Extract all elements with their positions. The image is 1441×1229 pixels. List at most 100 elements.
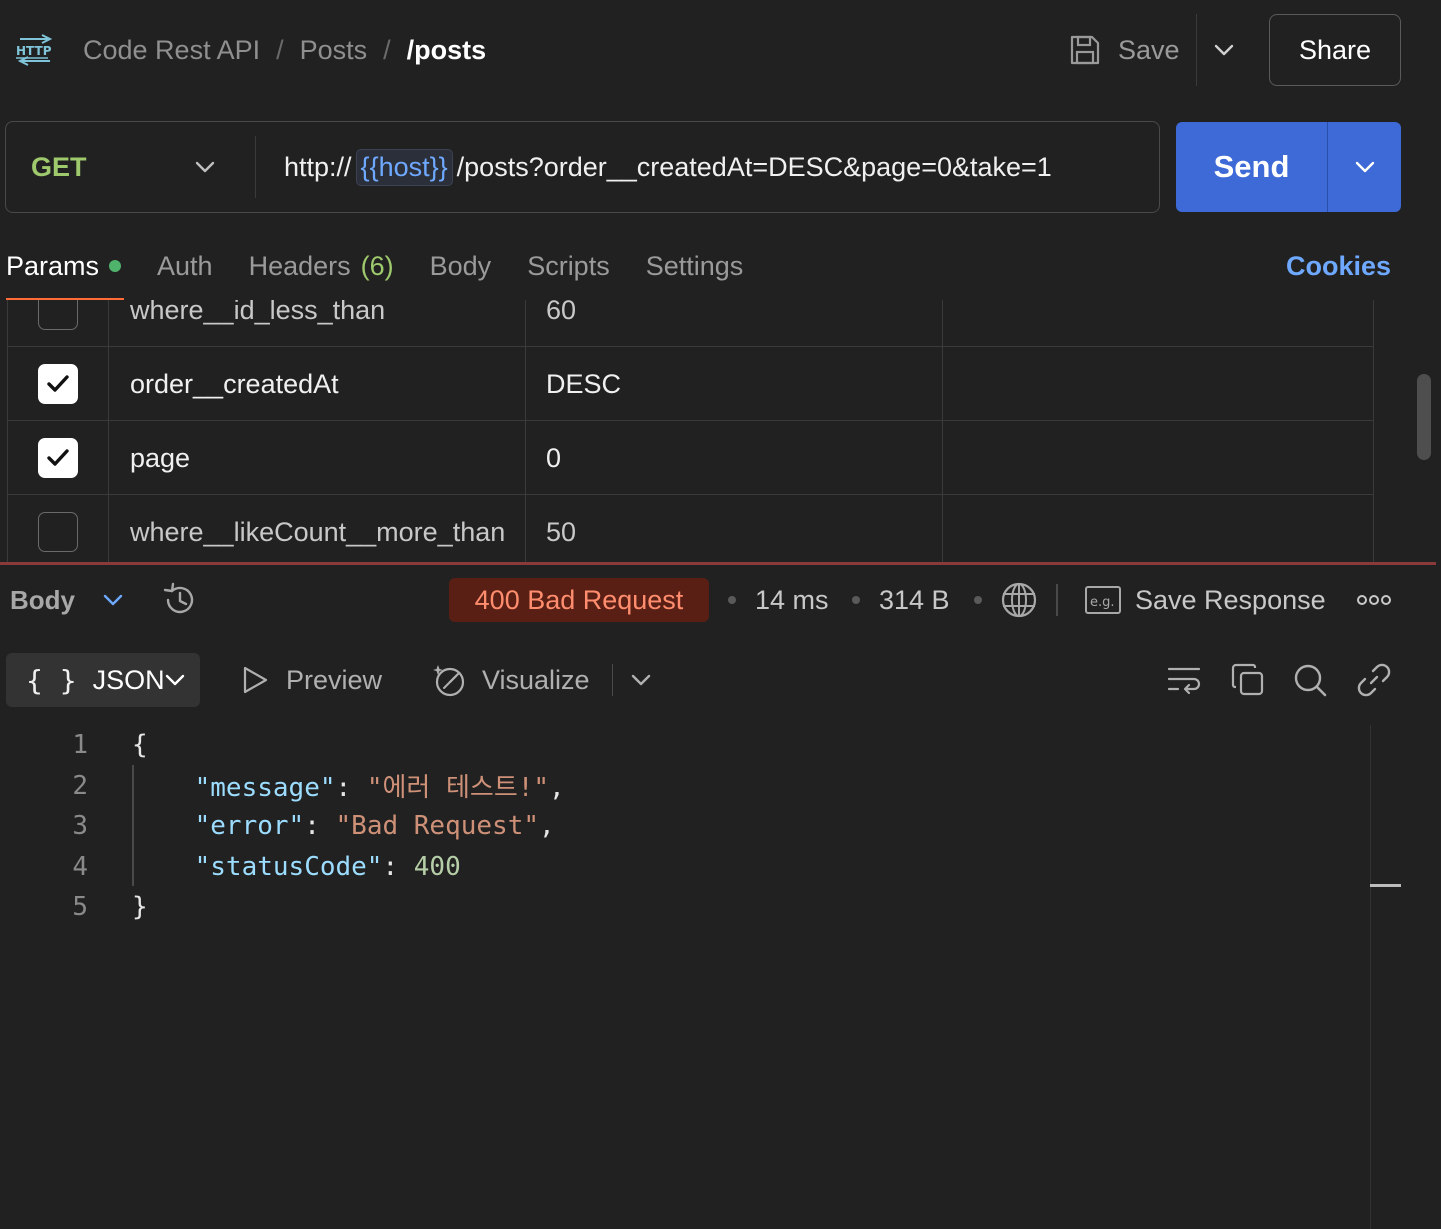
chevron-down-icon[interactable] [192, 154, 218, 180]
table-row: where__likeCount__more_than 50 [7, 495, 1374, 562]
cell-border [525, 347, 526, 421]
send-button[interactable]: Send [1176, 122, 1327, 212]
param-description[interactable] [942, 421, 1374, 495]
indent-guide [132, 765, 134, 886]
wrap-lines-icon[interactable] [1166, 662, 1202, 698]
param-checkbox[interactable] [37, 300, 78, 330]
tab-label: Body [429, 250, 492, 281]
param-description[interactable] [942, 300, 1374, 347]
code-text: } [132, 892, 148, 923]
request-tabs: Params Auth Headers (6) Body Scripts Set… [6, 246, 779, 286]
param-key[interactable]: page [108, 421, 525, 495]
code-line: 5 } [0, 887, 1370, 928]
table-row: order__createdAt DESC [7, 347, 1374, 421]
link-icon[interactable] [1356, 662, 1392, 698]
param-key[interactable]: where__likeCount__more_than [108, 495, 525, 562]
check-icon [46, 375, 69, 392]
response-size[interactable]: 314 B [879, 580, 950, 620]
line-number: 3 [72, 811, 88, 842]
cell-border [942, 347, 943, 421]
chevron-down-icon[interactable] [99, 586, 127, 614]
separator-dot [974, 596, 982, 604]
send-options-button[interactable] [1328, 122, 1401, 212]
table-row: page 0 [7, 421, 1374, 495]
header-divider [1196, 14, 1197, 86]
request-name[interactable]: /posts [407, 35, 487, 66]
line-number: 1 [72, 730, 88, 761]
svg-text:e.g.: e.g. [1090, 595, 1115, 610]
copy-icon[interactable] [1230, 662, 1266, 698]
preview-button[interactable]: Preview [286, 660, 382, 700]
param-description[interactable] [942, 495, 1374, 562]
tab-params[interactable]: Params [6, 251, 122, 282]
method-select[interactable]: GET [31, 122, 87, 212]
param-key[interactable]: where__id_less_than [108, 300, 525, 347]
cell-border [1373, 347, 1374, 421]
cell-border [942, 421, 943, 495]
toolbar-divider [612, 664, 613, 696]
param-value[interactable]: 0 [525, 421, 942, 495]
share-button[interactable]: Share [1269, 14, 1401, 86]
response-body-viewer[interactable]: 1 { 2 "message": "에러 테스트!", 3 "error": "… [0, 725, 1370, 928]
chevron-down-icon [1355, 161, 1374, 173]
line-number: 4 [72, 851, 88, 882]
json-string: "에러 테스트!" [366, 773, 550, 804]
params-scrollbar[interactable] [1417, 374, 1431, 460]
param-value[interactable]: DESC [525, 347, 942, 421]
tab-label: Settings [645, 250, 744, 281]
cookies-link[interactable]: Cookies [1286, 246, 1391, 286]
json-key: "statusCode" [194, 851, 383, 882]
url-path: /posts?order__createdAt=DESC&page=0&take… [456, 151, 1052, 182]
status-badge[interactable]: 400 Bad Request [449, 578, 709, 622]
tab-auth[interactable]: Auth [157, 251, 213, 282]
line-number: 2 [72, 770, 88, 801]
save-response-button[interactable]: Save Response [1135, 580, 1326, 620]
cell-border [7, 347, 8, 421]
url-variable[interactable]: {{host}} [355, 148, 453, 186]
tab-settings[interactable]: Settings [646, 251, 744, 282]
chevron-down-icon[interactable] [1210, 36, 1238, 64]
globe-icon[interactable] [999, 580, 1039, 620]
minimap-slider[interactable] [1370, 884, 1401, 887]
cell-border [108, 300, 109, 347]
param-key[interactable]: order__createdAt [108, 347, 525, 421]
save-icon [1070, 35, 1100, 65]
chevron-down-icon[interactable] [628, 667, 654, 693]
param-checkbox[interactable] [37, 364, 78, 404]
response-body-label[interactable]: Body [10, 580, 75, 620]
cell-border [942, 495, 943, 562]
play-icon[interactable] [240, 664, 270, 696]
table-row: where__id_less_than 60 [7, 300, 1374, 347]
tab-body[interactable]: Body [430, 251, 492, 282]
cell-border [1373, 495, 1374, 562]
param-description[interactable] [942, 347, 1374, 421]
more-options-icon[interactable] [1356, 590, 1392, 610]
breadcrumb-collection[interactable]: Code Rest API [83, 35, 260, 66]
visualize-icon[interactable] [432, 662, 468, 698]
response-pane-divider[interactable] [0, 562, 1436, 565]
tab-headers[interactable]: Headers (6) [249, 251, 394, 282]
code-text: "message": "에러 테스트!", [194, 773, 565, 804]
search-icon[interactable] [1292, 662, 1328, 698]
breadcrumb-folder[interactable]: Posts [300, 35, 368, 66]
cell-border [525, 495, 526, 562]
url-input[interactable]: http:// {{host}} /posts?order__createdAt… [284, 122, 1052, 212]
param-value[interactable]: 60 [525, 300, 942, 347]
code-line: 3 "error": "Bad Request", [0, 806, 1370, 847]
method-divider [255, 136, 256, 198]
save-button[interactable]: Save [1068, 30, 1180, 70]
tab-label: Auth [157, 250, 213, 281]
cell-border [525, 421, 526, 495]
param-value[interactable]: 50 [525, 495, 942, 562]
response-time[interactable]: 14 ms [755, 580, 829, 620]
cell-border [1373, 300, 1374, 347]
history-icon[interactable] [161, 581, 199, 619]
param-checkbox[interactable] [37, 512, 78, 552]
param-checkbox[interactable] [37, 438, 78, 478]
code-line: 4 "statusCode": 400 [0, 847, 1370, 888]
cell-border [942, 300, 943, 347]
separator-dot [852, 596, 860, 604]
visualize-button[interactable]: Visualize [482, 660, 590, 700]
tab-scripts[interactable]: Scripts [527, 251, 610, 282]
format-select[interactable]: { } JSON [6, 653, 200, 707]
